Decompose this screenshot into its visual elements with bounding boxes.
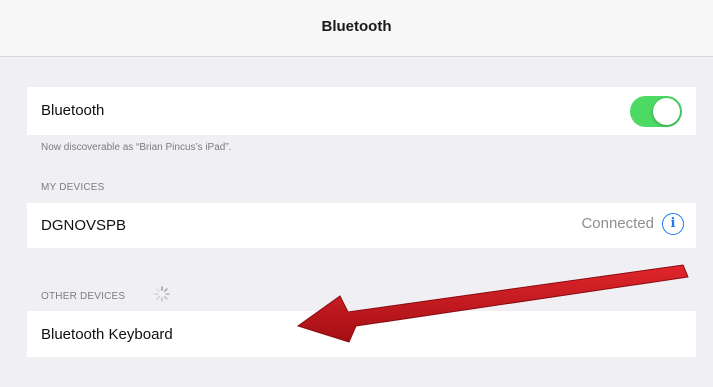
device-name: Bluetooth Keyboard	[41, 326, 173, 343]
navigation-bar: Bluetooth	[0, 0, 713, 57]
device-row-bluetooth-keyboard[interactable]: Bluetooth Keyboard	[27, 311, 696, 357]
device-row-dgnovspb[interactable]: DGNOVSPB Connected i	[27, 203, 696, 248]
page-title: Bluetooth	[321, 18, 392, 35]
bluetooth-toggle-row: Bluetooth	[27, 87, 696, 135]
my-devices-header: MY DEVICES	[41, 182, 105, 193]
other-devices-header: OTHER DEVICES	[41, 291, 126, 302]
loading-spinner-icon	[154, 286, 170, 302]
connection-status: Connected	[581, 215, 654, 232]
toggle-knob	[653, 98, 680, 125]
bluetooth-label: Bluetooth	[41, 102, 105, 119]
discoverable-text: Now discoverable as “Brian Pincus’s iPad…	[41, 142, 232, 153]
device-name: DGNOVSPB	[41, 217, 127, 234]
bluetooth-toggle[interactable]	[630, 96, 682, 127]
info-circle-icon[interactable]: i	[662, 213, 684, 235]
